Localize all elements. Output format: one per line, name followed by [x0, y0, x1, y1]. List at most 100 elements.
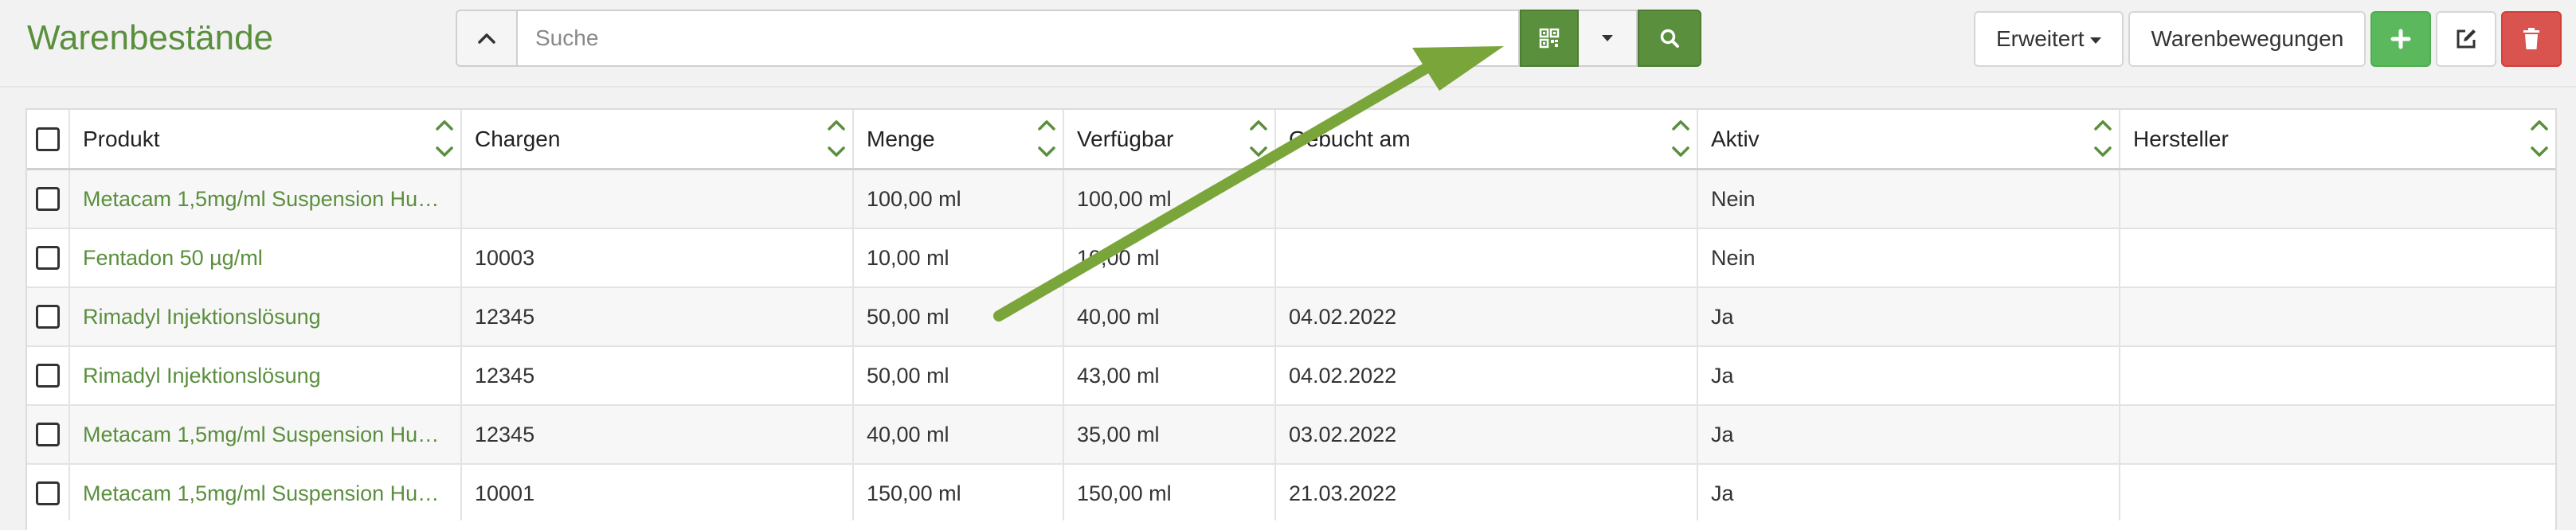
cell-produkt: Rimadyl Injektionslösung: [70, 347, 462, 404]
scan-options-dropdown[interactable]: [1579, 10, 1638, 67]
table-header: Produkt Chargen Menge Verfügbar Gebucht …: [27, 110, 2555, 170]
column-label: Verfügbar: [1077, 126, 1174, 151]
cell-menge: 100,00 ml: [854, 170, 1064, 228]
column-label: Gebucht am: [1289, 126, 1411, 151]
plus-icon: [2390, 29, 2411, 49]
cell-menge: 10,00 ml: [854, 229, 1064, 286]
column-header-aktiv[interactable]: Aktiv: [1698, 110, 2120, 168]
add-button[interactable]: [2370, 11, 2432, 67]
cell-hersteller: [2120, 288, 2555, 345]
cell-gebucht-am: 04.02.2022: [1276, 347, 1698, 404]
cell-chargen: 10001: [462, 465, 854, 522]
sort-icon[interactable]: [1247, 113, 1270, 164]
table-row[interactable]: Metacam 1,5mg/ml Suspension Hu… 10001 15…: [27, 465, 2555, 524]
advanced-dropdown-button[interactable]: Erweitert: [1974, 11, 2124, 67]
toolbar: Erweitert Warenbewegungen: [1974, 11, 2562, 67]
search-icon: [1660, 29, 1679, 48]
cell-aktiv: Ja: [1698, 406, 2120, 463]
table-row[interactable]: Rimadyl Injektionslösung 12345 50,00 ml …: [27, 288, 2555, 347]
cell-menge: 150,00 ml: [854, 465, 1064, 522]
product-link[interactable]: Metacam 1,5mg/ml Suspension Hu…: [83, 423, 439, 447]
edit-button[interactable]: [2436, 11, 2497, 67]
qr-scan-button[interactable]: [1520, 10, 1579, 67]
column-header-hersteller[interactable]: Hersteller: [2120, 110, 2555, 168]
caret-down-icon: [2090, 37, 2102, 44]
row-select-cell: [27, 288, 70, 345]
column-header-gebucht-am[interactable]: Gebucht am: [1276, 110, 1698, 168]
cell-chargen: 12345: [462, 406, 854, 463]
cell-gebucht-am: 04.02.2022: [1276, 288, 1698, 345]
table-row[interactable]: Fentadon 50 µg/ml 10003 10,00 ml 10,00 m…: [27, 229, 2555, 288]
chevron-up-icon: [478, 33, 495, 44]
cell-produkt: Metacam 1,5mg/ml Suspension Hu…: [70, 170, 462, 228]
column-label: Menge: [867, 126, 935, 151]
advanced-label: Erweitert: [1996, 26, 2085, 51]
product-link[interactable]: Rimadyl Injektionslösung: [83, 305, 321, 329]
cell-chargen: [462, 170, 854, 228]
column-label: Aktiv: [1711, 126, 1760, 151]
cell-verfuegbar: 10,00 ml: [1064, 229, 1276, 286]
sort-icon[interactable]: [433, 113, 456, 164]
row-checkbox[interactable]: [36, 187, 60, 211]
product-link[interactable]: Metacam 1,5mg/ml Suspension Hu…: [83, 481, 439, 506]
stock-movements-button[interactable]: Warenbewegungen: [2128, 11, 2367, 67]
cell-aktiv: Ja: [1698, 465, 2120, 522]
sort-icon[interactable]: [1035, 113, 1058, 164]
select-all-checkbox[interactable]: [36, 127, 60, 151]
cell-aktiv: Ja: [1698, 347, 2120, 404]
table-row[interactable]: Metacam 1,5mg/ml Suspension Hu… 100,00 m…: [27, 170, 2555, 229]
row-select-cell: [27, 347, 70, 404]
table-row-partial: [25, 520, 2557, 530]
select-all-cell: [27, 110, 70, 168]
cell-hersteller: [2120, 347, 2555, 404]
cell-hersteller: [2120, 406, 2555, 463]
row-checkbox[interactable]: [36, 246, 60, 270]
table-row[interactable]: Rimadyl Injektionslösung 12345 50,00 ml …: [27, 347, 2555, 406]
sort-icon[interactable]: [2528, 113, 2551, 164]
stock-table: Produkt Chargen Menge Verfügbar Gebucht …: [25, 108, 2557, 525]
cell-aktiv: Nein: [1698, 170, 2120, 228]
cell-gebucht-am: 21.03.2022: [1276, 465, 1698, 522]
page-title: Warenbestände: [27, 18, 274, 57]
cell-produkt: Rimadyl Injektionslösung: [70, 288, 462, 345]
qr-code-icon: [1539, 28, 1560, 49]
cell-verfuegbar: 150,00 ml: [1064, 465, 1276, 522]
column-header-chargen[interactable]: Chargen: [462, 110, 854, 168]
cell-verfuegbar: 100,00 ml: [1064, 170, 1276, 228]
product-link[interactable]: Fentadon 50 µg/ml: [83, 246, 263, 271]
search-button[interactable]: [1638, 10, 1701, 67]
caret-down-icon: [1602, 35, 1613, 41]
product-link[interactable]: Rimadyl Injektionslösung: [83, 364, 321, 388]
cell-chargen: 12345: [462, 347, 854, 404]
sort-icon[interactable]: [1670, 113, 1692, 164]
row-select-cell: [27, 465, 70, 522]
sort-icon[interactable]: [825, 113, 848, 164]
row-checkbox[interactable]: [36, 305, 60, 329]
delete-button[interactable]: [2501, 11, 2562, 67]
cell-chargen: 12345: [462, 288, 854, 345]
cell-verfuegbar: 43,00 ml: [1064, 347, 1276, 404]
cell-menge: 40,00 ml: [854, 406, 1064, 463]
sort-icon[interactable]: [2092, 113, 2114, 164]
column-label: Hersteller: [2133, 126, 2229, 151]
row-select-cell: [27, 170, 70, 228]
cell-hersteller: [2120, 465, 2555, 522]
cell-hersteller: [2120, 229, 2555, 286]
product-link[interactable]: Metacam 1,5mg/ml Suspension Hu…: [83, 187, 439, 212]
row-checkbox[interactable]: [36, 481, 60, 505]
cell-produkt: Metacam 1,5mg/ml Suspension Hu…: [70, 406, 462, 463]
column-header-produkt[interactable]: Produkt: [70, 110, 462, 168]
column-label: Chargen: [475, 126, 561, 151]
row-checkbox[interactable]: [36, 423, 60, 446]
edit-icon: [2457, 29, 2476, 49]
search-input[interactable]: [516, 10, 1520, 67]
collapse-button[interactable]: [456, 10, 516, 67]
column-header-menge[interactable]: Menge: [854, 110, 1064, 168]
column-header-verfuegbar[interactable]: Verfügbar: [1064, 110, 1276, 168]
cell-menge: 50,00 ml: [854, 347, 1064, 404]
row-checkbox[interactable]: [36, 364, 60, 388]
cell-chargen: 10003: [462, 229, 854, 286]
cell-aktiv: Nein: [1698, 229, 2120, 286]
cell-hersteller: [2120, 170, 2555, 228]
table-row[interactable]: Metacam 1,5mg/ml Suspension Hu… 12345 40…: [27, 406, 2555, 465]
